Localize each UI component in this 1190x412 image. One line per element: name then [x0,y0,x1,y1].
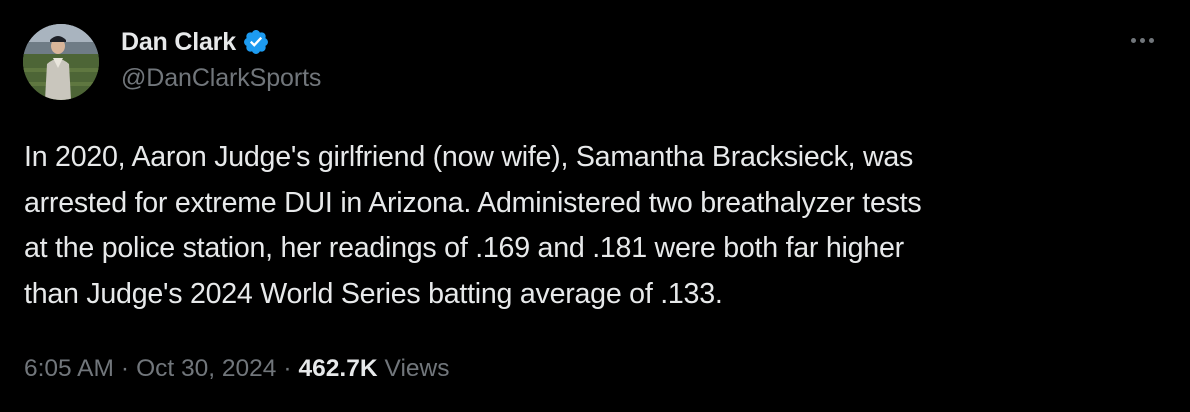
tweet-text-line: than Judge's 2024 World Series batting a… [24,277,723,310]
avatar[interactable] [23,24,99,100]
meta-separator: · [120,355,130,382]
more-dot [1148,37,1154,43]
views-count[interactable]: 462.7K [299,355,378,383]
author-handle[interactable]: @DanClarkSports [121,64,321,93]
tweet-time[interactable]: 6:05 AM [24,355,114,383]
author-name-row: Dan Clark [121,24,270,60]
tweet-date[interactable]: Oct 30, 2024 [136,355,276,383]
views-label[interactable]: Views [385,355,450,383]
more-horizontal-icon[interactable] [1124,28,1160,52]
verified-badge-icon[interactable] [242,28,270,56]
tweet-meta: 6:05 AM · Oct 30, 2024 · 462.7K Views [24,355,449,383]
tweet-text: In 2020, Aaron Judge's girlfriend (now w… [24,135,1164,317]
author-display-name[interactable]: Dan Clark [121,28,236,57]
tweet-text-line: In 2020, Aaron Judge's girlfriend (now w… [24,141,914,173]
meta-separator: · [283,355,292,382]
tweet-text-line: arrested for extreme DUI in Arizona. Adm… [24,186,922,219]
tweet-text-line: at the police station, her readings of .… [24,232,904,264]
more-dot [1130,37,1136,43]
more-dot [1139,37,1145,43]
tweet-card: Dan Clark @DanClarkSports In 2020, Aaron… [0,0,1190,412]
